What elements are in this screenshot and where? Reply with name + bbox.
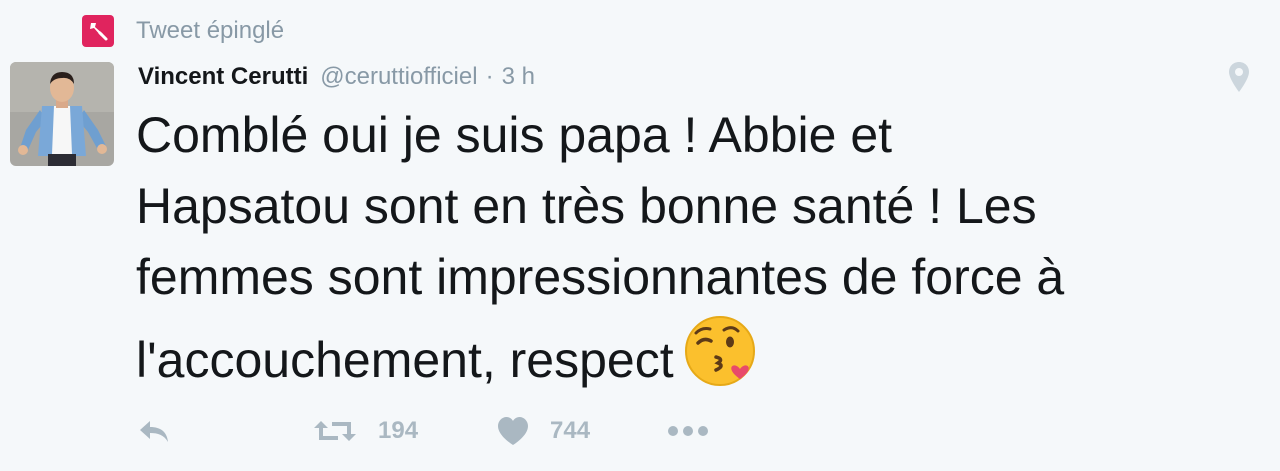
pinned-indicator: Tweet épinglé xyxy=(82,14,284,48)
tweet-text: Comblé oui je suis papa ! Abbie et Hapsa… xyxy=(136,100,1246,396)
tweet-header: Vincent Cerutti @ceruttiofficiel · 3 h xyxy=(138,59,535,95)
timestamp[interactable]: 3 h xyxy=(502,63,535,91)
location-icon[interactable] xyxy=(1227,60,1251,94)
separator-dot: · xyxy=(485,63,494,90)
pinned-label: Tweet épinglé xyxy=(136,17,285,44)
pin-icon xyxy=(82,15,114,47)
like-button[interactable]: 744 xyxy=(496,408,590,454)
tweet[interactable]: Tweet épinglé Vincent Cerutti @ceruttiof… xyxy=(0,0,1280,471)
avatar[interactable] xyxy=(10,62,114,166)
more-icon xyxy=(668,426,708,436)
retweet-icon xyxy=(314,421,356,441)
face-throwing-kiss-emoji xyxy=(684,316,755,386)
heart-icon xyxy=(498,417,528,445)
tweet-text-content: Comblé oui je suis papa ! Abbie et Hapsa… xyxy=(136,107,1065,388)
author-handle[interactable]: @ceruttiofficiel xyxy=(320,63,477,91)
more-button[interactable] xyxy=(666,408,710,454)
reply-icon xyxy=(140,421,168,442)
like-count: 744 xyxy=(550,417,591,444)
retweet-button[interactable]: 194 xyxy=(312,408,418,454)
author-name[interactable]: Vincent Cerutti xyxy=(138,63,308,91)
retweet-count: 194 xyxy=(378,417,419,444)
reply-button[interactable] xyxy=(136,408,172,454)
